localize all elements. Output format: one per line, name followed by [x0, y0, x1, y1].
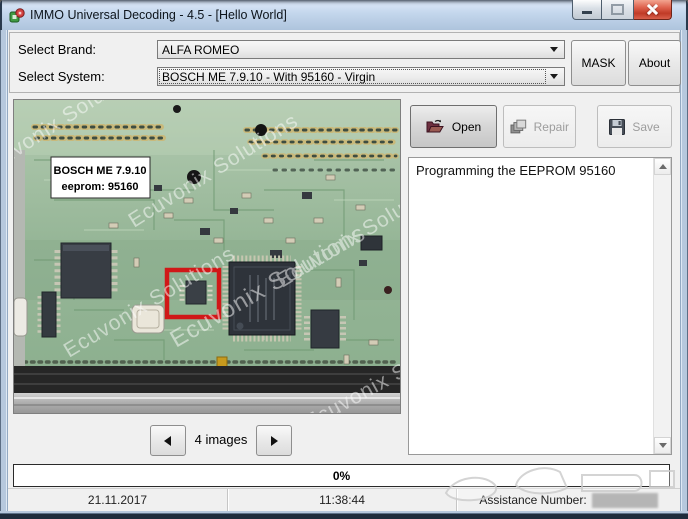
window-border-left	[0, 30, 8, 511]
save-button[interactable]: Save	[597, 105, 672, 148]
progress-value: 0%	[332, 468, 351, 483]
close-icon	[647, 4, 658, 15]
status-date: 21.11.2017	[87, 493, 148, 507]
progress-bar: 0%	[13, 464, 670, 487]
ecu-board-image: Ecuvonix Solutions Ecuvonix Solutions Ec…	[0, 56, 482, 434]
status-bar: 21.11.2017 11:38:44 Assistance Number:	[8, 489, 680, 511]
scroll-down-button[interactable]	[654, 437, 671, 454]
repair-button-label: Repair	[533, 119, 569, 134]
window-controls	[572, 0, 672, 20]
callout-line1: BOSCH ME 7.9.10	[54, 165, 147, 177]
mask-button[interactable]: MASK	[571, 40, 626, 86]
maximize-button[interactable]	[602, 0, 634, 20]
log-scrollbar[interactable]	[653, 158, 671, 454]
maximize-icon	[611, 4, 624, 15]
open-button-label: Open	[451, 119, 482, 134]
system-label: Select System:	[18, 69, 105, 84]
prev-image-button[interactable]	[150, 425, 186, 456]
chevron-down-icon	[550, 74, 558, 83]
open-button[interactable]: Open	[410, 105, 497, 148]
next-image-button[interactable]	[256, 425, 292, 456]
brand-dropdown-value: ALFA ROMEO	[162, 42, 240, 57]
chevron-down-icon	[550, 47, 558, 56]
board-callout: BOSCH ME 7.9.10 eeprom: 95160	[50, 156, 151, 199]
arrow-left-icon	[159, 435, 171, 446]
app-icon	[9, 8, 25, 23]
minimize-icon	[582, 11, 592, 14]
callout-line2: eeprom: 95160	[61, 181, 138, 193]
save-button-label: Save	[632, 119, 660, 134]
repair-icon	[510, 119, 527, 133]
window-title: IMMO Universal Decoding - 4.5 - [Hello W…	[30, 8, 287, 22]
arrow-down-icon	[658, 443, 667, 452]
assistance-number-redacted	[591, 492, 658, 508]
system-dropdown-value: BOSCH ME 7.9.10 - With 95160 - Virgin	[162, 69, 376, 84]
system-dropdown[interactable]: BOSCH ME 7.9.10 - With 95160 - Virgin	[157, 67, 565, 86]
minimize-button[interactable]	[572, 0, 602, 20]
title-bar: IMMO Universal Decoding - 4.5 - [Hello W…	[0, 0, 688, 30]
floppy-disk-icon	[609, 118, 626, 135]
window-border-bottom	[0, 511, 688, 519]
scroll-up-button[interactable]	[654, 158, 671, 175]
status-time: 11:38:44	[319, 493, 365, 507]
pcb-graphic: Ecuvonix Solutions Ecuvonix Solutions Ec…	[0, 56, 482, 434]
app-window: IMMO Universal Decoding - 4.5 - [Hello W…	[0, 0, 688, 519]
about-button[interactable]: About	[628, 40, 681, 86]
open-folder-icon	[426, 119, 444, 133]
log-text: Programming the EEPROM 95160	[416, 163, 616, 178]
brand-label: Select Brand:	[18, 42, 97, 57]
close-button[interactable]	[634, 0, 672, 20]
image-count-label: 4 images	[194, 432, 248, 447]
arrow-up-icon	[658, 160, 667, 169]
repair-button[interactable]: Repair	[503, 105, 576, 148]
brand-dropdown[interactable]: ALFA ROMEO	[157, 40, 565, 59]
arrow-right-icon	[271, 435, 283, 446]
assistance-number-label: Assistance Number:	[479, 493, 587, 507]
log-textarea[interactable]: Programming the EEPROM 95160	[408, 157, 672, 455]
window-border-right	[680, 30, 688, 511]
